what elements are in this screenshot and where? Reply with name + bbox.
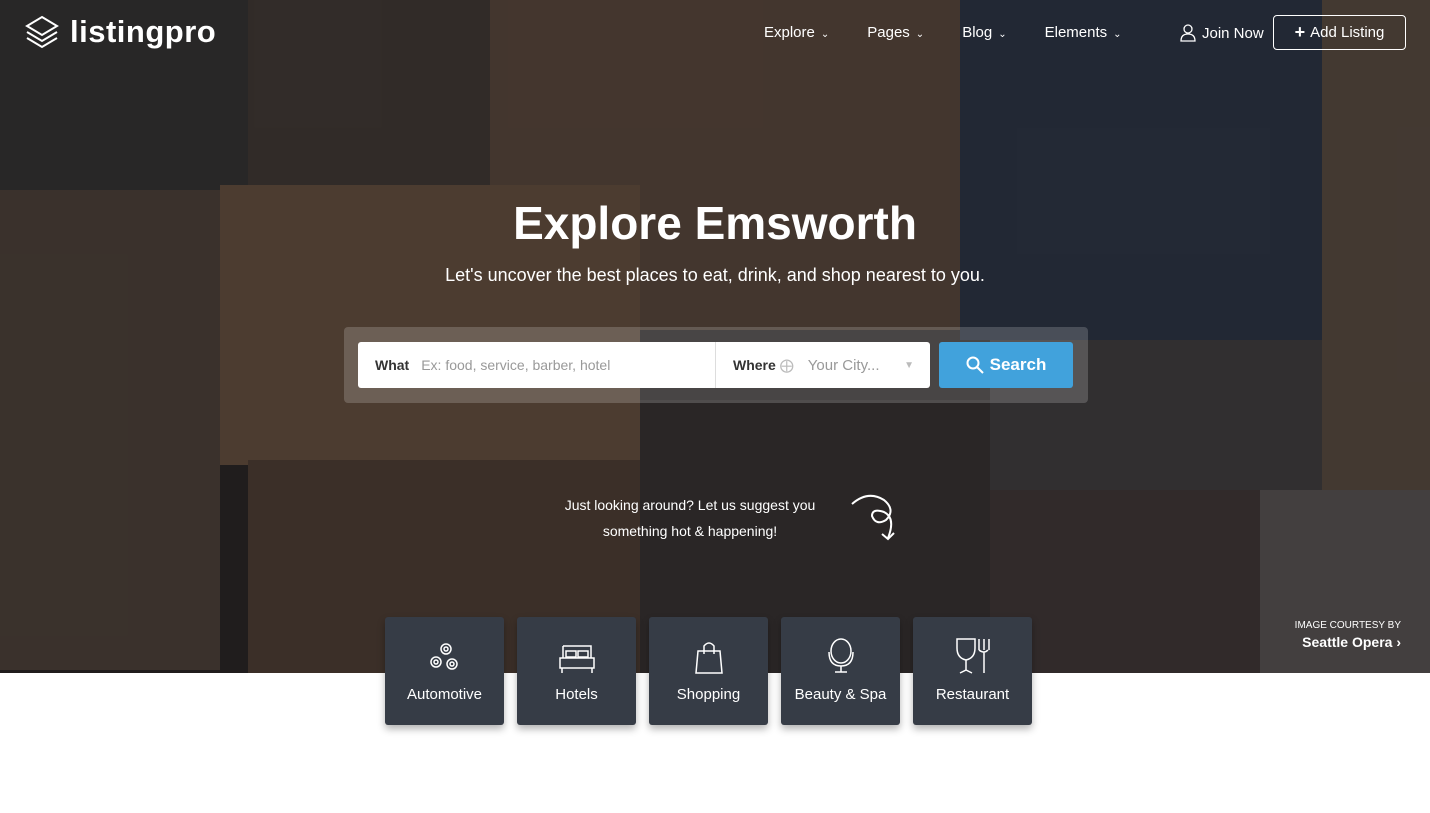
user-icon — [1180, 24, 1196, 42]
crosshair-icon: ⨁ — [779, 356, 794, 373]
chevron-right-icon: › — [1396, 634, 1401, 650]
add-listing-button[interactable]: + Add Listing — [1273, 15, 1406, 50]
suggest-text: Just looking around? Let us suggest you s… — [564, 497, 816, 539]
join-now-link[interactable]: Join Now — [1180, 24, 1264, 42]
nav-explore[interactable]: Explore ⌄ — [764, 24, 829, 41]
chevron-down-icon: ⌄ — [915, 29, 925, 40]
chevron-down-icon: ⌄ — [1113, 29, 1122, 40]
image-courtesy[interactable]: IMAGE COURTESY BY Seattle Opera › — [1295, 620, 1401, 650]
hero-subtitle: Let's uncover the best places to eat, dr… — [445, 265, 985, 285]
category-restaurant[interactable]: Restaurant — [913, 617, 1032, 725]
glass-fork-icon — [955, 638, 990, 674]
nav-pages[interactable]: Pages ⌄ — [867, 24, 924, 41]
category-shopping[interactable]: Shopping — [649, 617, 768, 725]
shopping-bag-icon — [694, 642, 723, 674]
plus-icon: + — [1294, 22, 1306, 42]
layers-icon — [25, 15, 59, 49]
chevron-down-icon: ⌄ — [998, 29, 1007, 40]
dropdown-caret-icon: ▼ — [904, 359, 914, 371]
bed-icon — [558, 645, 595, 673]
category-automotive[interactable]: Automotive — [385, 617, 504, 725]
category-hotels[interactable]: Hotels — [517, 617, 636, 725]
what-search-input[interactable]: What Ex: food, service, barber, hotel — [358, 342, 715, 388]
nav-elements[interactable]: Elements ⌄ — [1045, 24, 1122, 41]
logo[interactable]: listingpro — [24, 14, 216, 50]
curly-arrow-icon — [851, 494, 895, 541]
mirror-icon — [827, 638, 854, 673]
nav-blog[interactable]: Blog ⌄ — [962, 24, 1006, 41]
category-beauty-spa[interactable]: Beauty & Spa — [781, 617, 900, 725]
search-button[interactable]: Search — [939, 342, 1073, 388]
category-list: Automotive Hotels Shopping Beauty & Spa … — [385, 617, 1032, 725]
chevron-down-icon: ⌄ — [820, 29, 830, 40]
search-icon — [966, 356, 984, 374]
gears-icon — [429, 643, 458, 670]
page-title: Explore Emsworth — [513, 197, 917, 249]
where-city-select[interactable]: Where ⨁ Your City... ▼ — [715, 342, 930, 388]
top-nav: listingpro Explore ⌄ Pages ⌄ Blog ⌄ Element… — [0, 0, 1430, 66]
